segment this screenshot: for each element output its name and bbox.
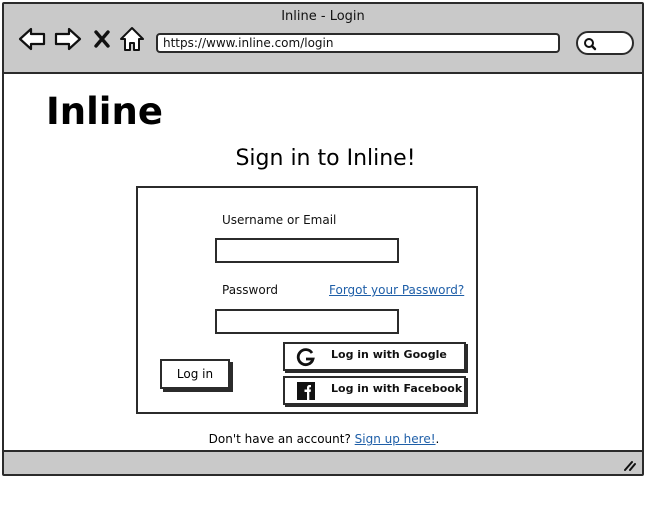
arrow-right-icon[interactable] [53, 26, 83, 52]
signup-link[interactable]: Sign up here! [355, 432, 436, 446]
search-button[interactable] [576, 31, 634, 55]
facebook-icon [297, 382, 315, 400]
username-input[interactable] [215, 238, 399, 263]
signup-prompt-text: Don't have an account? [208, 432, 355, 446]
password-input[interactable] [215, 309, 399, 334]
signup-prompt: Don't have an account? Sign up here!. [4, 432, 644, 446]
browser-titlebar: Inline - Login https://www.inline.com/lo… [4, 4, 642, 74]
status-bar [4, 450, 642, 474]
home-icon[interactable] [118, 26, 146, 52]
site-logo[interactable]: Inline [46, 90, 163, 133]
google-login-button[interactable]: Log in with Google [283, 342, 466, 371]
resize-grip-icon[interactable] [622, 459, 636, 471]
google-icon [296, 348, 315, 366]
google-login-label: Log in with Google [331, 348, 447, 361]
browser-window: Inline - Login https://www.inline.com/lo… [2, 2, 644, 476]
facebook-login-button[interactable]: Log in with Facebook [283, 376, 466, 405]
search-icon [584, 38, 597, 51]
address-bar[interactable]: https://www.inline.com/login [156, 33, 560, 53]
password-label: Password [222, 283, 279, 297]
arrow-left-icon[interactable] [17, 26, 47, 52]
close-icon[interactable] [92, 26, 112, 52]
login-button[interactable]: Log in [160, 359, 230, 389]
signup-suffix: . [435, 432, 440, 446]
username-label: Username or Email [222, 213, 337, 227]
window-title: Inline - Login [281, 9, 365, 24]
forgot-password-link[interactable]: Forgot your Password? [329, 283, 464, 297]
page-title: Sign in to Inline! [235, 146, 416, 171]
facebook-login-label: Log in with Facebook [331, 382, 463, 395]
